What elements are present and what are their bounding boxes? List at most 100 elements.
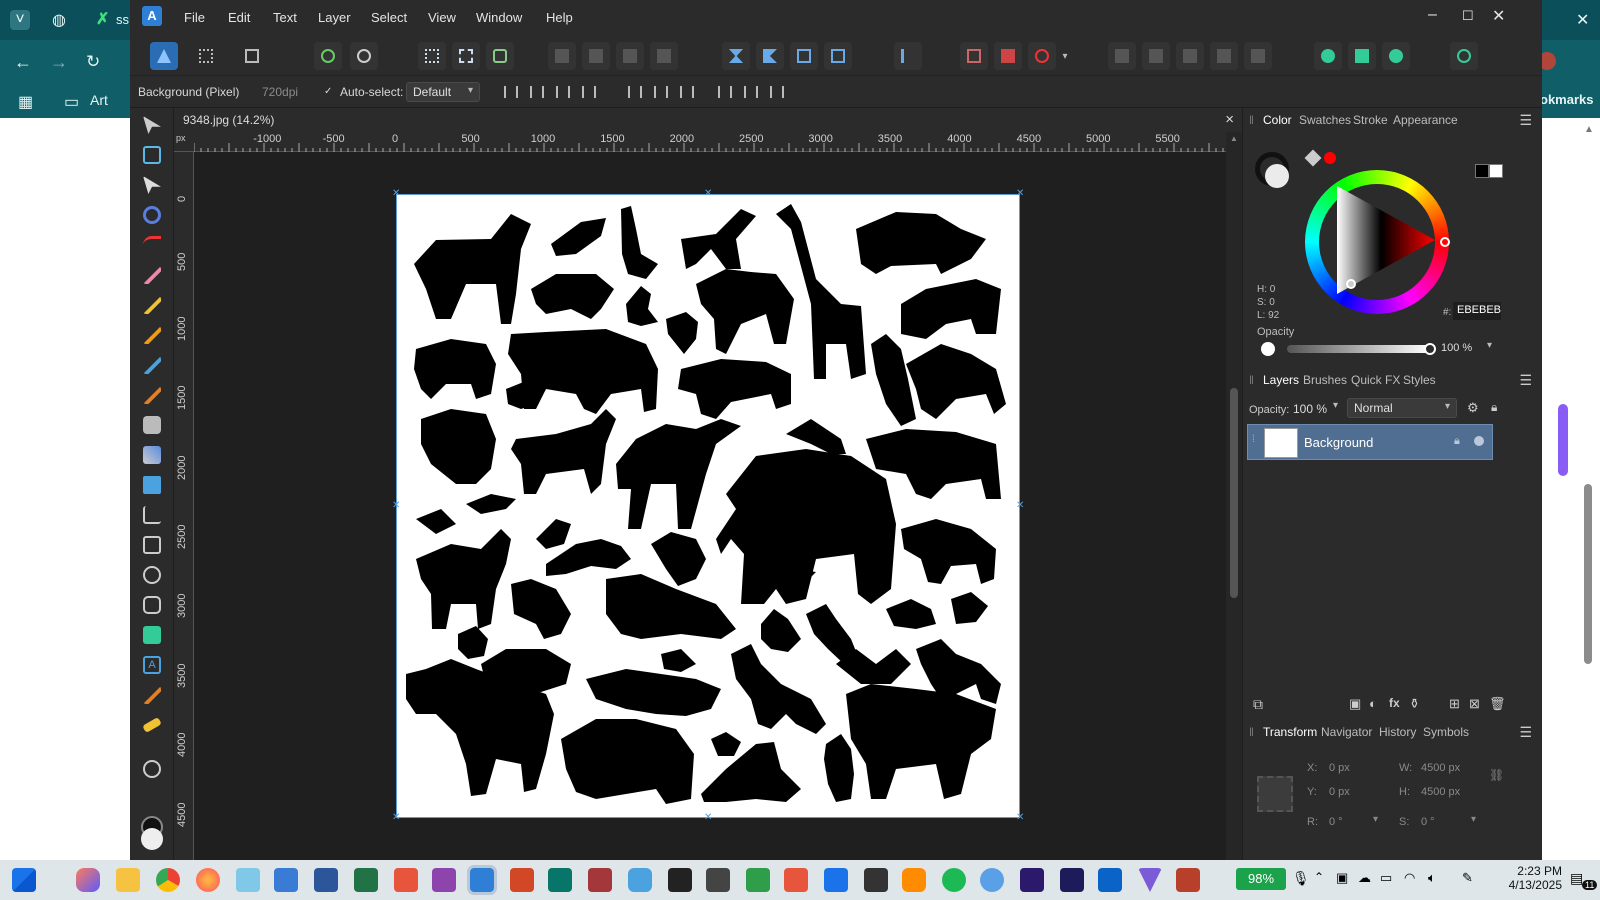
black-swatch[interactable]	[1475, 164, 1489, 178]
arrange-forward-icon[interactable]	[616, 42, 644, 70]
forward-icon[interactable]: →	[50, 52, 68, 73]
auto-select-dropdown[interactable]: Default ▾	[406, 82, 480, 102]
boolean-divide-icon[interactable]	[1244, 42, 1272, 70]
flip-vertical-icon[interactable]	[756, 42, 784, 70]
insert-inside-icon[interactable]	[994, 42, 1022, 70]
mask-icon[interactable]: ▣	[1349, 696, 1361, 712]
apps-grid-icon[interactable]: ▦	[18, 92, 33, 112]
rounded-rectangle-tool-icon[interactable]	[143, 596, 161, 614]
adjustment-icon[interactable]: ◐	[1369, 696, 1377, 711]
white-swatch[interactable]	[1489, 164, 1503, 178]
layer-settings-gear-icon[interactable]: ⚙	[1467, 400, 1479, 416]
tab-layers[interactable]: Layers	[1263, 373, 1299, 387]
opacity-slider[interactable]	[1287, 345, 1429, 353]
page-scrollbar[interactable]	[1584, 484, 1592, 664]
menu-edit[interactable]: Edit	[228, 10, 250, 25]
arrange-backward-icon[interactable]	[582, 42, 610, 70]
paint-bucket-tool-icon[interactable]	[143, 416, 161, 434]
layer-locked-icon[interactable]: 🔒︎	[1454, 435, 1460, 448]
maximize-icon[interactable]: ☐	[1462, 8, 1474, 24]
crop-tool-icon[interactable]	[143, 506, 161, 524]
pen-input-icon[interactable]: ✎	[1462, 870, 1473, 886]
scrollbar-thumb[interactable]	[1230, 388, 1238, 598]
layer-opacity-dropdown-icon[interactable]: ▾	[1333, 400, 1338, 411]
shear-input[interactable]: 0 °	[1421, 816, 1435, 828]
file-explorer-icon[interactable]	[116, 868, 140, 892]
outlook-icon[interactable]	[1098, 868, 1122, 892]
selection-bounds[interactable]	[396, 194, 1020, 818]
tab-color[interactable]: Color	[1263, 113, 1292, 127]
side-accent-tab[interactable]	[1558, 404, 1568, 476]
minimize-icon[interactable]: –	[1428, 6, 1437, 24]
document-tab[interactable]: 9348.jpg (14.2%) ×	[174, 108, 1242, 132]
shape-tool-icon[interactable]	[143, 626, 161, 644]
close-window-icon[interactable]: ✕	[1492, 6, 1505, 26]
align-middle-icon[interactable]	[744, 86, 758, 98]
resize-handle-top-right[interactable]: ✕	[1016, 189, 1024, 199]
boolean-intersect-icon[interactable]	[1176, 42, 1204, 70]
blend-mode-dropdown[interactable]: Normal ▾	[1347, 398, 1457, 418]
tab-favicon-icon[interactable]: ✗	[96, 9, 109, 29]
tab-appearance[interactable]: Appearance	[1393, 113, 1458, 127]
tab-swatches[interactable]: Swatches	[1299, 113, 1351, 127]
measure-tool-icon[interactable]	[142, 717, 162, 733]
app-logo-icon[interactable]: A	[142, 6, 162, 26]
firefox-icon[interactable]	[196, 868, 220, 892]
move-tool-icon[interactable]	[143, 116, 161, 134]
boolean-add-icon[interactable]	[1108, 42, 1136, 70]
color-marker[interactable]	[1346, 279, 1356, 289]
lock-aspect-icon[interactable]: ⛓︎	[1489, 768, 1504, 782]
color-panel-menu-icon[interactable]: ☰	[1519, 112, 1532, 129]
height-input[interactable]: 4500 px	[1421, 786, 1460, 798]
shear-dropdown-icon[interactable]: ▾	[1471, 814, 1476, 825]
transform-bounds-icon[interactable]	[530, 86, 544, 98]
resize-handle-bottom[interactable]: ✕	[704, 813, 712, 823]
wifi-icon[interactable]: ◠	[1404, 870, 1415, 886]
microphone-icon[interactable]: 🎙︎	[1292, 870, 1310, 887]
tab-brushes[interactable]: Brushes	[1303, 373, 1347, 387]
tab-menu-chevron-icon[interactable]: ˅	[10, 10, 30, 30]
affinity-designer-taskbar-icon[interactable]	[467, 865, 497, 895]
powerpoint-icon[interactable]	[510, 868, 534, 892]
resize-handle-top[interactable]: ✕	[704, 189, 712, 199]
resize-handle-right[interactable]: ✕	[1016, 501, 1024, 511]
app-icon-7[interactable]	[902, 868, 926, 892]
folder-icon[interactable]: ▭	[64, 92, 79, 112]
browser-close-icon[interactable]: ✕	[1576, 10, 1589, 30]
resize-handle-bottom-left[interactable]: ✕	[392, 813, 400, 823]
menu-layer[interactable]: Layer	[318, 10, 351, 25]
opacity-dropdown-icon[interactable]: ▾	[1487, 340, 1492, 351]
app-icon-2[interactable]	[706, 868, 730, 892]
group-icon[interactable]: ⊠	[1469, 696, 1480, 712]
arrange-back-icon[interactable]	[548, 42, 576, 70]
studio-chat-icon[interactable]	[1314, 42, 1342, 70]
menu-file[interactable]: File	[184, 10, 205, 25]
panel-grip-icon[interactable]: ‖	[1249, 725, 1254, 739]
fill-color-swatch[interactable]	[141, 828, 163, 850]
transform-grid-icon[interactable]	[556, 86, 570, 98]
winrar-icon[interactable]	[1176, 868, 1200, 892]
arrange-front-icon[interactable]	[650, 42, 678, 70]
affinity-publisher-icon[interactable]	[394, 868, 418, 892]
align-icon[interactable]	[894, 42, 922, 70]
add-layer-icon[interactable]: ⊞	[1449, 696, 1460, 712]
insert-target-icon[interactable]	[960, 42, 988, 70]
clock[interactable]: 2:23 PM 4/13/2025	[1494, 864, 1562, 892]
preferences-gear-icon[interactable]	[350, 42, 378, 70]
excel-icon[interactable]	[354, 868, 378, 892]
fill-swatch[interactable]	[1265, 164, 1289, 188]
settings-gear-icon[interactable]	[314, 42, 342, 70]
y-input[interactable]: 0 px	[1329, 786, 1350, 798]
start-icon[interactable]	[12, 868, 36, 892]
tab-symbols[interactable]: Symbols	[1423, 725, 1469, 739]
menu-view[interactable]: View	[428, 10, 456, 25]
access-icon[interactable]	[588, 868, 612, 892]
notes-app-icon[interactable]	[236, 868, 260, 892]
app-icon-1[interactable]	[628, 868, 652, 892]
fx-icon[interactable]: fx	[1389, 696, 1400, 710]
rotate-right-icon[interactable]	[824, 42, 852, 70]
ellipse-tool-icon[interactable]	[143, 566, 161, 584]
app-icon-9[interactable]	[1138, 868, 1162, 892]
rotate-left-icon[interactable]	[790, 42, 818, 70]
pencil-tool-icon[interactable]	[143, 296, 161, 314]
